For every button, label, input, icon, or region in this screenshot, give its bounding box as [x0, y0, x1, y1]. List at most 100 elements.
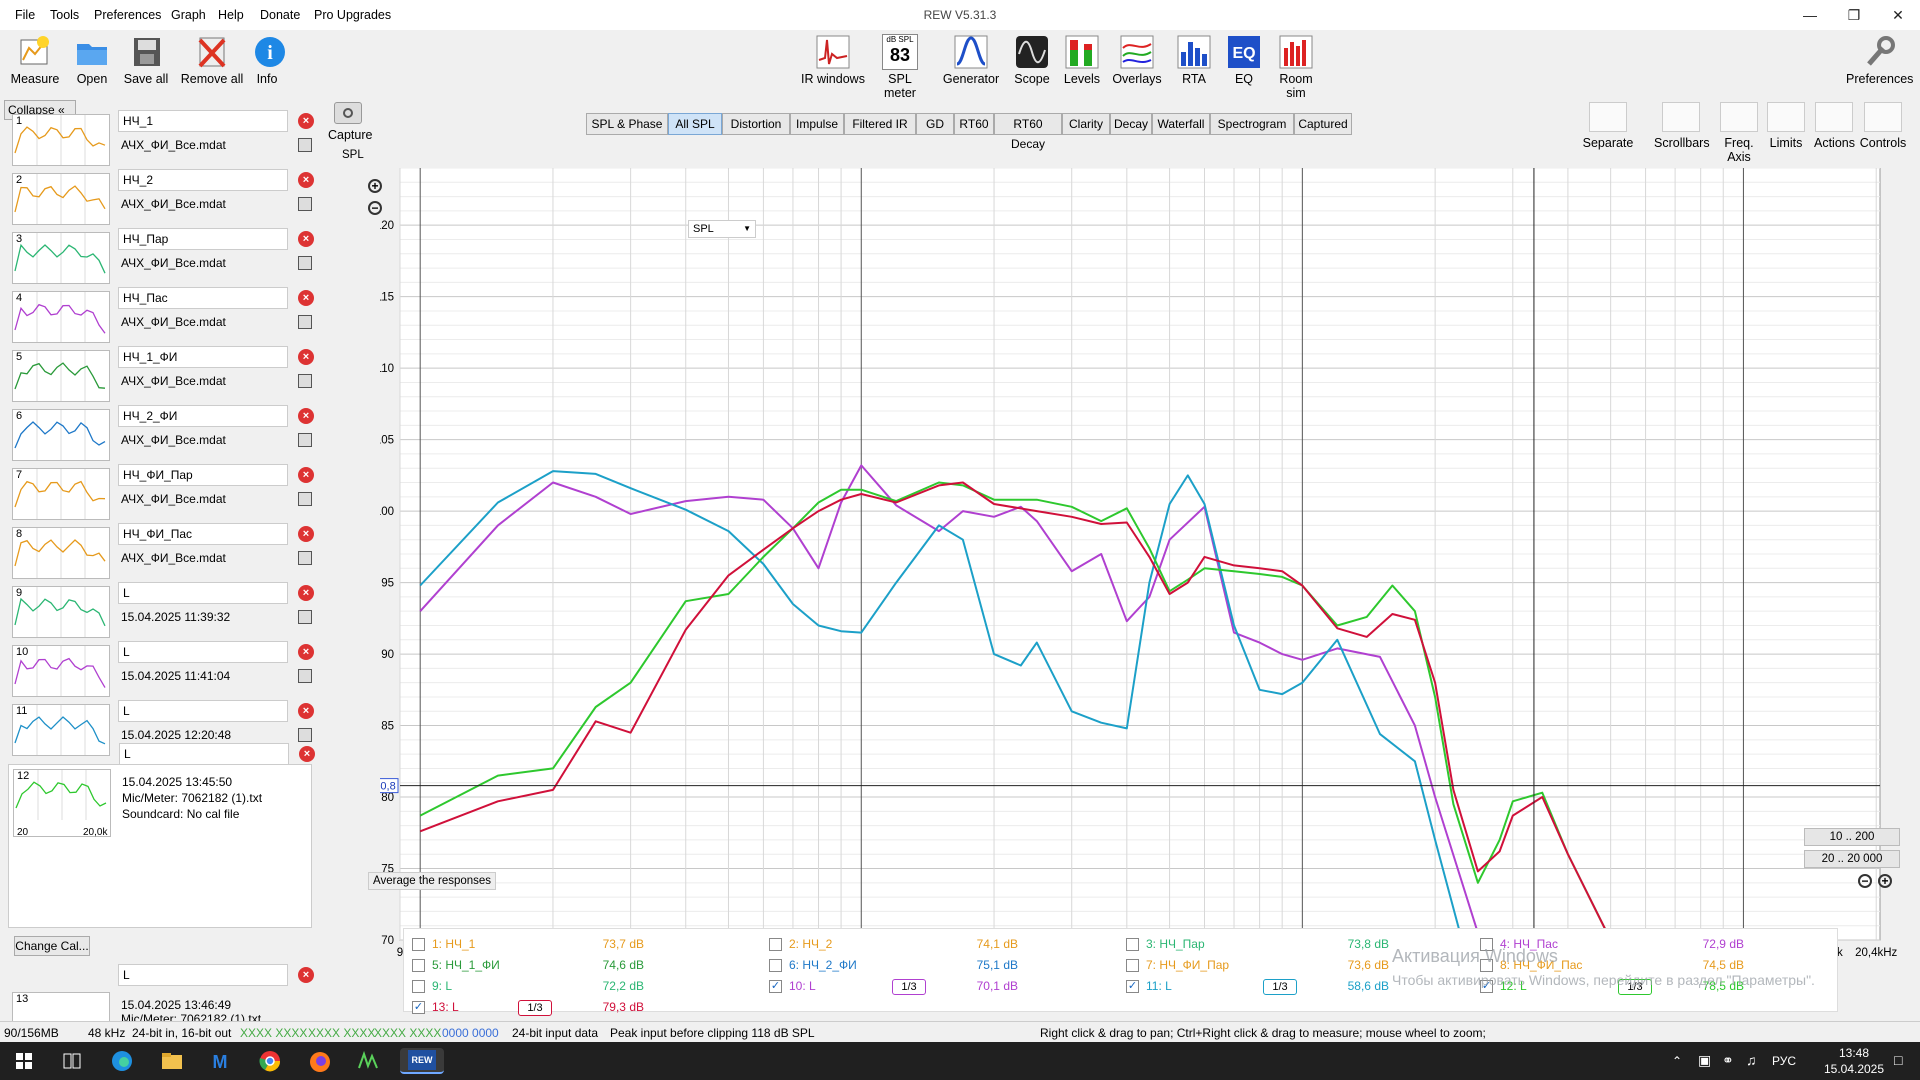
average-responses-button[interactable]: Average the responses	[368, 872, 497, 890]
measurement-item-4[interactable]: 4 НЧ_Пас × АЧХ_ФИ_Все.mdat	[8, 287, 314, 343]
measurement-name-input[interactable]: L	[118, 641, 288, 663]
tray-chevron-icon[interactable]: ⌃	[1672, 1054, 1682, 1068]
legend-checkbox[interactable]	[769, 938, 782, 951]
open-button[interactable]: Open	[72, 34, 112, 86]
tab-filtered-ir[interactable]: Filtered IR	[844, 113, 916, 135]
measurement-name-input[interactable]: НЧ_ФИ_Пар	[118, 464, 288, 486]
measurement-item-12[interactable]: 12 20 20,0k 15.04.2025 13:45:50 Mic/Meter: 7…	[8, 743, 315, 928]
measurement-thumbnail[interactable]: 2	[12, 173, 110, 225]
measurement-item-10[interactable]: 10 L × 15.04.2025 11:41:04	[8, 641, 314, 697]
menu-file[interactable]: File	[15, 8, 35, 22]
task-view-icon[interactable]	[58, 1048, 86, 1074]
measurement-item-6[interactable]: 6 НЧ_2_ФИ × АЧХ_ФИ_Все.mdat	[8, 405, 314, 461]
legend-checkbox[interactable]	[1126, 959, 1139, 972]
measurement-name-input[interactable]: НЧ_1_ФИ	[118, 346, 288, 368]
room-sim-button[interactable]: Room sim	[1268, 34, 1324, 100]
x-zoom-in-icon[interactable]: +	[1878, 874, 1892, 888]
tab-rt60-decay[interactable]: RT60 Decay	[994, 113, 1062, 151]
smoothing-badge[interactable]: 1/3	[1263, 979, 1297, 995]
menu-graph[interactable]: Graph	[171, 8, 206, 22]
separate-button[interactable]: Separate	[1578, 102, 1638, 150]
remove-measurement-icon[interactable]: ×	[298, 703, 314, 719]
waveform-icon[interactable]	[298, 256, 312, 270]
remove-measurement-icon[interactable]: ×	[298, 290, 314, 306]
scrollbars-button[interactable]: Scrollbars	[1654, 102, 1710, 150]
measurement-item-3[interactable]: 3 НЧ_Пар × АЧХ_ФИ_Все.mdat	[8, 228, 314, 284]
measurement-thumbnail[interactable]: 7	[12, 468, 110, 520]
waveform-icon[interactable]	[298, 433, 312, 447]
file-explorer-icon[interactable]	[158, 1048, 186, 1074]
measurement-name-input[interactable]: НЧ_ФИ_Пас	[118, 523, 288, 545]
measurement-name-input[interactable]: НЧ_Пас	[118, 287, 288, 309]
waveform-icon[interactable]	[298, 492, 312, 506]
remove-measurement-icon[interactable]: ×	[298, 408, 314, 424]
measurement-item-8[interactable]: 8 НЧ_ФИ_Пас × АЧХ_ФИ_Все.mdat	[8, 523, 314, 579]
actions-button[interactable]: Actions	[1814, 102, 1855, 150]
audio-app-icon[interactable]	[354, 1048, 382, 1074]
smoothing-badge[interactable]: 1/3	[518, 1000, 552, 1016]
maximize-button[interactable]: ❐	[1834, 4, 1874, 26]
overlays-button[interactable]: Overlays	[1112, 34, 1162, 86]
capture-button[interactable]: Capture	[328, 102, 372, 142]
edge-browser-icon[interactable]	[108, 1048, 136, 1074]
waveform-icon[interactable]	[298, 728, 312, 742]
controls-button[interactable]: Controls	[1858, 102, 1908, 150]
x-zoom-out-icon[interactable]: −	[1858, 874, 1872, 888]
notifications-icon[interactable]: □	[1894, 1052, 1902, 1068]
measurement-name-input[interactable]: НЧ_1	[118, 110, 288, 132]
remove-measurement-icon[interactable]: ×	[298, 467, 314, 483]
tab-decay[interactable]: Decay	[1110, 113, 1152, 135]
scope-button[interactable]: Scope	[1012, 34, 1052, 86]
remove-measurement-icon[interactable]: ×	[298, 349, 314, 365]
waveform-icon[interactable]	[298, 197, 312, 211]
waveform-icon[interactable]	[298, 374, 312, 388]
legend-checkbox[interactable]: ✓	[769, 980, 782, 993]
measurement-name-input[interactable]: L	[118, 700, 288, 722]
minimize-button[interactable]: —	[1790, 4, 1830, 26]
chrome-icon[interactable]	[256, 1048, 284, 1074]
legend-checkbox[interactable]	[1126, 938, 1139, 951]
measurement-item-2[interactable]: 2 НЧ_2 × АЧХ_ФИ_Все.mdat	[8, 169, 314, 225]
menu-preferences[interactable]: Preferences	[94, 8, 161, 22]
legend-checkbox[interactable]	[412, 959, 425, 972]
measurement-thumbnail[interactable]: 13	[12, 992, 110, 1021]
tab-spectrogram[interactable]: Spectrogram	[1210, 113, 1294, 135]
rew-taskbar-icon[interactable]: REW	[400, 1048, 444, 1074]
measurement-thumbnail[interactable]: 8	[12, 527, 110, 579]
waveform-icon[interactable]	[298, 551, 312, 565]
measurement-item-13[interactable]: L × 13 15.04.2025 13:46:49 Mic/Meter: 706218…	[8, 964, 314, 1021]
tray-network-icon[interactable]: ▣	[1698, 1052, 1711, 1069]
menu-help[interactable]: Help	[218, 8, 244, 22]
tab-gd[interactable]: GD	[916, 113, 954, 135]
tab-waterfall[interactable]: Waterfall	[1152, 113, 1210, 135]
tray-globe-icon[interactable]: ⚭	[1722, 1052, 1734, 1069]
measurement-name-input[interactable]: НЧ_Пар	[118, 228, 288, 250]
remove-measurement-icon[interactable]: ×	[298, 644, 314, 660]
spl-graph[interactable]: 7075808590951001051101151209102030405060…	[380, 168, 1920, 990]
legend-checkbox[interactable]: ✓	[1126, 980, 1139, 993]
freq-axis-button[interactable]: Freq. Axis	[1712, 102, 1766, 164]
menu-donate[interactable]: Donate	[260, 8, 300, 22]
remove-measurement-icon[interactable]: ×	[298, 585, 314, 601]
measurement-name-input[interactable]: НЧ_2_ФИ	[118, 405, 288, 427]
tab-clarity[interactable]: Clarity	[1062, 113, 1110, 135]
menu-pro-upgrades[interactable]: Pro Upgrades	[314, 8, 391, 22]
waveform-icon[interactable]	[298, 610, 312, 624]
firefox-icon[interactable]	[306, 1048, 334, 1074]
tab-captured[interactable]: Captured	[1294, 113, 1352, 135]
measurement-item-7[interactable]: 7 НЧ_ФИ_Пар × АЧХ_ФИ_Все.mdat	[8, 464, 314, 520]
legend-checkbox[interactable]: ✓	[412, 1001, 425, 1014]
legend-checkbox[interactable]	[412, 980, 425, 993]
tab-impulse[interactable]: Impulse	[790, 113, 844, 135]
spl-select[interactable]: SPL ▼	[688, 220, 756, 238]
remove-measurement-icon[interactable]: ×	[298, 967, 314, 983]
remove-measurement-icon[interactable]: ×	[298, 172, 314, 188]
change-cal-button[interactable]: Change Cal...	[14, 936, 90, 956]
measurement-thumbnail[interactable]: 4	[12, 291, 110, 343]
tab-rt60[interactable]: RT60	[954, 113, 994, 135]
measurement-thumbnail[interactable]: 3	[12, 232, 110, 284]
waveform-icon[interactable]	[298, 669, 312, 683]
remove-measurement-icon[interactable]: ×	[298, 113, 314, 129]
preferences-button[interactable]: Preferences	[1846, 34, 1913, 86]
eq-button[interactable]: EQ EQ	[1226, 34, 1262, 86]
